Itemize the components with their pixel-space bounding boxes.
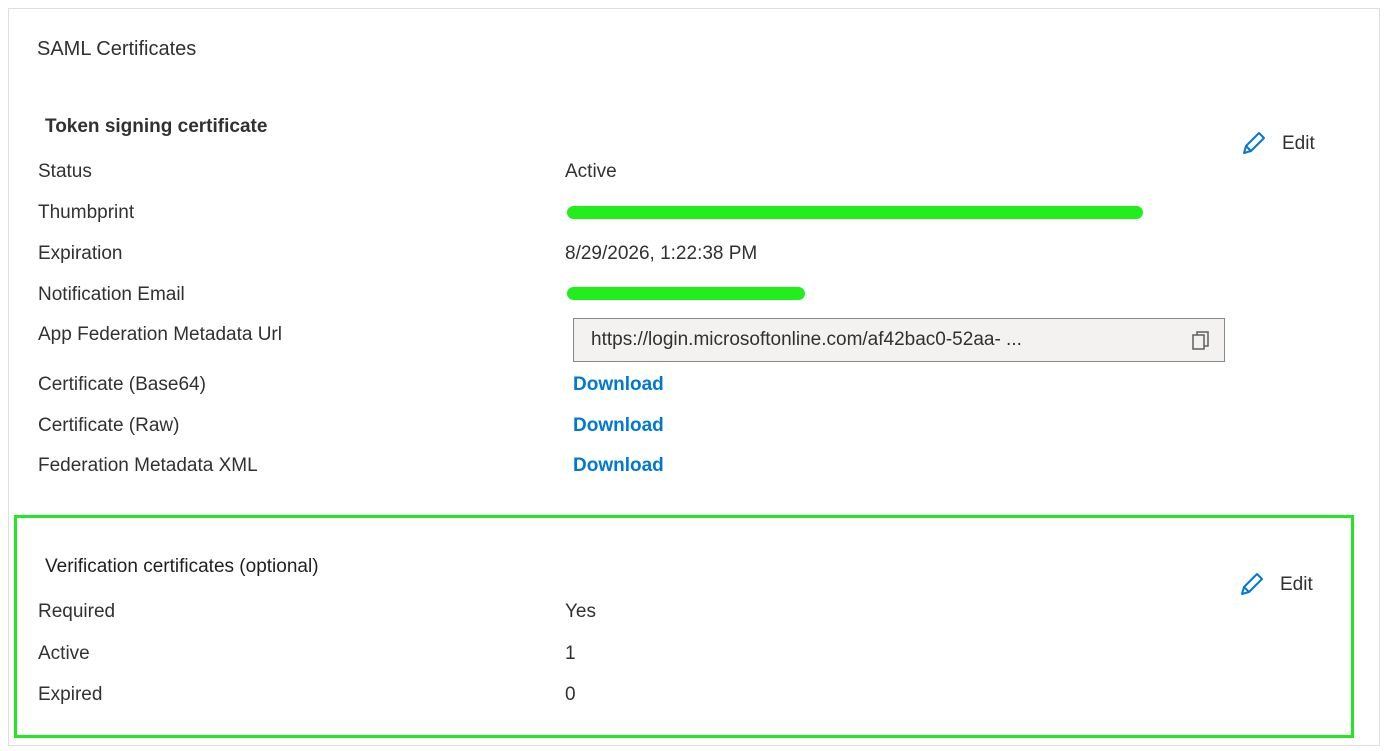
- federation-metadata-xml-download-link[interactable]: Download: [573, 455, 664, 477]
- certificate-raw-label: Certificate (Raw): [38, 415, 180, 436]
- metadata-url-label: App Federation Metadata Url: [38, 324, 282, 345]
- expired-value: 0: [565, 684, 576, 705]
- metadata-url-value: https://login.microsoftonline.com/af42ba…: [591, 329, 1022, 350]
- certificate-base64-label: Certificate (Base64): [38, 374, 206, 395]
- pencil-icon: [1241, 573, 1263, 595]
- verification-highlight-box: [14, 515, 1354, 738]
- verification-title: Verification certificates (optional): [45, 556, 319, 577]
- pencil-icon: [1243, 132, 1265, 154]
- card-title: SAML Certificates: [37, 38, 197, 60]
- expired-label: Expired: [38, 684, 103, 705]
- federation-metadata-xml-label: Federation Metadata XML: [38, 455, 258, 476]
- status-label: Status: [38, 161, 92, 182]
- verification-edit-button[interactable]: Edit: [1236, 570, 1313, 600]
- metadata-url-field[interactable]: https://login.microsoftonline.com/af42ba…: [573, 318, 1225, 362]
- copy-icon[interactable]: [1192, 331, 1210, 351]
- certificate-base64-download-link[interactable]: Download: [573, 374, 664, 396]
- thumbprint-redaction: [567, 206, 1143, 219]
- notification-email-redaction: [567, 287, 805, 300]
- required-label: Required: [38, 601, 116, 622]
- token-signing-edit-button[interactable]: Edit: [1238, 129, 1315, 159]
- edit-label: Edit: [1282, 133, 1315, 154]
- notification-email-label: Notification Email: [38, 284, 185, 305]
- status-value: Active: [565, 161, 617, 182]
- required-value: Yes: [565, 601, 596, 622]
- expiration-label: Expiration: [38, 243, 123, 264]
- thumbprint-label: Thumbprint: [38, 202, 135, 223]
- active-value: 1: [565, 643, 576, 664]
- active-label: Active: [38, 643, 90, 664]
- expiration-value: 8/29/2026, 1:22:38 PM: [565, 243, 758, 264]
- token-signing-title: Token signing certificate: [45, 116, 268, 137]
- edit-label: Edit: [1280, 574, 1313, 595]
- certificate-raw-download-link[interactable]: Download: [573, 415, 664, 437]
